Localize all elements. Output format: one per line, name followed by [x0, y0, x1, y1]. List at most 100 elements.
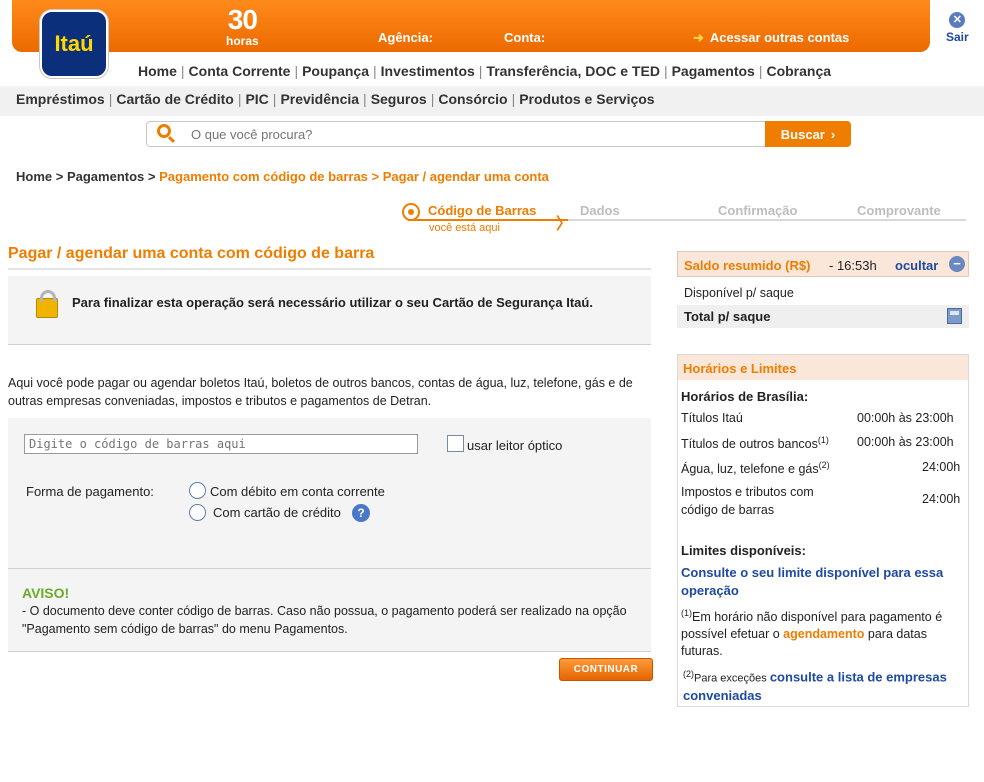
main-nav-row1: Home | Conta Corrente | Poupança | Investiment…: [138, 63, 831, 79]
lock-icon: [36, 290, 58, 318]
sair-label: Sair: [946, 30, 969, 44]
limites-header: Horários e Limites: [678, 355, 968, 380]
main-nav-row2: Empréstimos | Cartão de Crédito | PIC | Previd…: [16, 91, 655, 107]
breadcrumb: Home > Pagamentos > Pagamento com código…: [16, 169, 549, 184]
nav-pic[interactable]: PIC: [245, 91, 268, 107]
nota-1: (1)Em horário não disponível para pagame…: [681, 605, 964, 660]
nav-separator: |: [663, 63, 668, 79]
continuar-button[interactable]: CONTINUAR: [559, 658, 653, 681]
conta-label: Conta:: [504, 30, 546, 45]
outras-contas-label: Acessar outras contas: [709, 30, 850, 45]
nav-separator: |: [237, 91, 242, 107]
you-are-here-label: você está aqui: [429, 222, 500, 234]
radio-cartao[interactable]: [189, 504, 206, 521]
nav-investimentos[interactable]: Investimentos: [381, 63, 475, 79]
help-icon[interactable]: ?: [352, 504, 370, 522]
arrow-icon: ➜: [693, 30, 704, 45]
nav-produtos[interactable]: Produtos e Serviços: [519, 91, 654, 107]
breadcrumb-codigo[interactable]: Pagamento com código de barras: [159, 169, 368, 184]
consulte-limite-link[interactable]: Consulte o seu limite disponível para es…: [681, 564, 961, 600]
total-saque-label: Total p/ saque: [684, 309, 771, 324]
footnote-mark: (1): [817, 435, 829, 445]
total-saque-row: Total p/ saque: [677, 305, 969, 328]
barcode-input[interactable]: [24, 434, 418, 454]
nav-emprestimos[interactable]: Empréstimos: [16, 91, 105, 107]
breadcrumb-separator: >: [147, 169, 156, 184]
step-confirmacao: Confirmação: [718, 203, 798, 218]
leitor-optico-checkbox[interactable]: [447, 435, 464, 452]
itau-logo[interactable]: Itaú: [40, 10, 108, 78]
forma-pagamento-label: Forma de pagamento:: [26, 484, 154, 499]
nota-2: (2)Para exceções consulte a lista de emp…: [683, 665, 963, 706]
nav-separator: |: [478, 63, 483, 79]
search-box: [146, 121, 768, 147]
30-horas-badge: 30 horas: [226, 4, 259, 48]
close-icon: ✕: [949, 12, 966, 28]
agendamento-link[interactable]: agendamento: [783, 627, 864, 641]
nav-poupanca[interactable]: Poupança: [302, 63, 369, 79]
limites-title: Horários e Limites: [683, 361, 797, 376]
nav-home[interactable]: Home: [138, 63, 177, 79]
collapse-icon[interactable]: −: [949, 256, 965, 272]
nav-previdencia[interactable]: Previdência: [280, 91, 359, 107]
nav-separator: |: [373, 63, 377, 79]
horario-row-value: 24:00h: [922, 492, 961, 506]
horario-row-label: Água, luz, telefone e gás(2): [681, 460, 830, 476]
step-comprovante: Comprovante: [857, 203, 941, 218]
outras-contas-link[interactable]: ➜ Acessar outras contas: [693, 30, 849, 46]
radio-cartao-label[interactable]: Com cartão de crédito: [213, 505, 341, 520]
agencia-label: Agência:: [378, 30, 433, 45]
aviso-text: - O documento deve conter código de barr…: [22, 604, 627, 636]
nav-consorcio[interactable]: Consórcio: [438, 91, 507, 107]
horarios-title: Horários de Brasília:: [681, 389, 809, 404]
ocultar-link[interactable]: ocultar: [895, 258, 938, 273]
calculator-icon[interactable]: [947, 308, 962, 324]
sair-button[interactable]: ✕ Sair: [946, 12, 969, 44]
breadcrumb-separator: >: [55, 169, 64, 184]
radio-debito[interactable]: [189, 482, 206, 499]
horario-row-value: 00:00h às 23:00h: [857, 435, 954, 449]
radio-debito-label[interactable]: Com débito em conta corrente: [210, 484, 385, 499]
nav-separator: |: [108, 91, 113, 107]
title-divider: [8, 268, 651, 270]
hours-number: 30: [227, 4, 258, 35]
hours-label: horas: [226, 34, 259, 48]
horario-row-value: 00:00h às 23:00h: [857, 411, 954, 425]
leitor-optico-label[interactable]: usar leitor óptico: [467, 438, 562, 453]
intro-text: Aqui você pode pagar ou agendar boletos …: [8, 376, 633, 408]
footnote-mark: (1): [681, 608, 692, 618]
search-icon: [157, 124, 171, 138]
buscar-button[interactable]: Buscar ›: [765, 121, 851, 147]
horario-row-value: 24:00h: [922, 460, 961, 474]
logo-text: Itaú: [54, 31, 94, 56]
chevron-right-icon: ›: [830, 126, 836, 142]
nav-separator: |: [272, 91, 277, 107]
horario-row-text: Água, luz, telefone e gás: [681, 462, 819, 477]
nav-cartao[interactable]: Cartão de Crédito: [116, 91, 233, 107]
nav-cobranca[interactable]: Cobrança: [766, 63, 831, 79]
horario-row-label: Títulos Itaú: [681, 411, 743, 425]
step-codigo-barras: Código de Barras: [428, 203, 537, 218]
breadcrumb-home[interactable]: Home: [16, 169, 52, 184]
horario-row-text: Títulos de outros bancos: [681, 437, 818, 452]
saldo-header: Saldo resumido (R$) - 16:53h ocultar −: [677, 251, 969, 277]
page-title: Pagar / agendar uma conta com código de …: [8, 245, 375, 262]
disponivel-saque-label: Disponível p/ saque: [684, 286, 794, 300]
aviso-title: AVISO!: [22, 585, 70, 601]
nav-conta-corrente[interactable]: Conta Corrente: [189, 63, 291, 79]
step-dados: Dados: [580, 203, 620, 218]
nav-pagamentos[interactable]: Pagamentos: [672, 63, 755, 79]
saldo-time: - 16:53h: [829, 258, 877, 273]
security-text: Para finalizar esta operação será necess…: [72, 295, 593, 310]
breadcrumb-pagamentos[interactable]: Pagamentos: [67, 169, 144, 184]
horario-row-label: Impostos e tributos com código de barras: [681, 485, 814, 517]
nota-2-text: Para exceções: [694, 672, 767, 685]
limites-disponiveis-title: Limites disponíveis:: [681, 543, 806, 558]
footnote-mark: (2): [818, 460, 830, 470]
breadcrumb-separator: >: [371, 169, 380, 184]
nav-separator: |: [430, 91, 435, 107]
nav-transferencia[interactable]: Transferência, DOC e TED: [486, 63, 660, 79]
search-input[interactable]: [189, 124, 753, 144]
nav-seguros[interactable]: Seguros: [371, 91, 427, 107]
horario-row-label: Títulos de outros bancos(1): [681, 435, 829, 451]
